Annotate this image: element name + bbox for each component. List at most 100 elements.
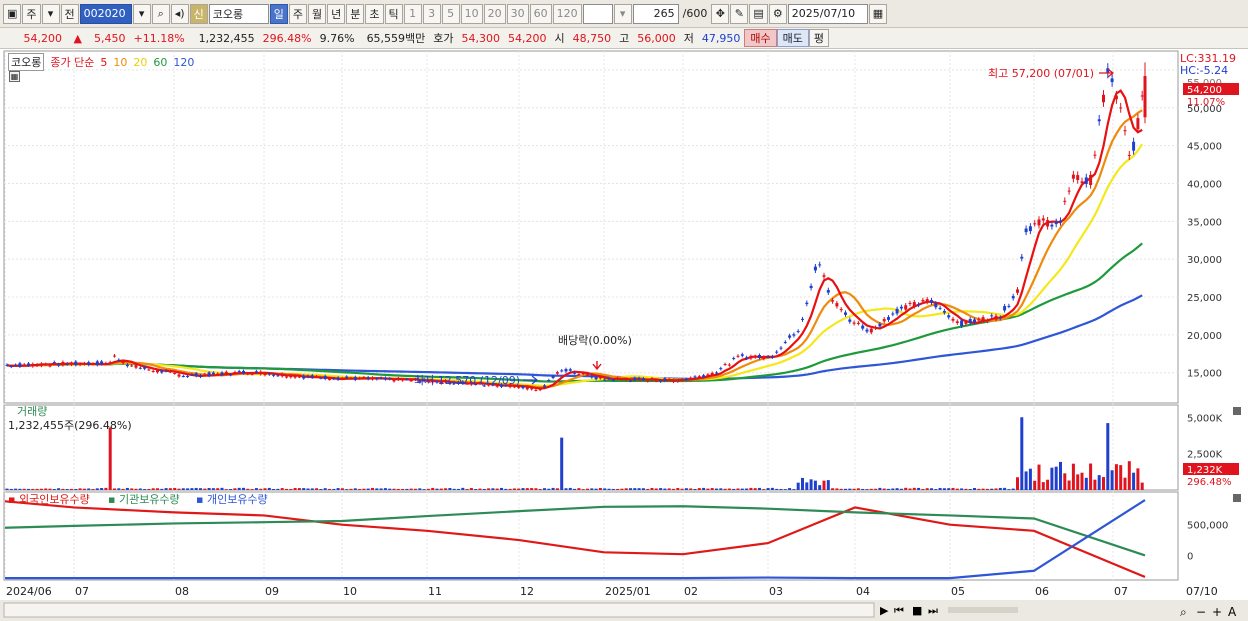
current-price: 54,200 <box>23 31 63 45</box>
interval-1-button[interactable]: 1 <box>403 3 422 24</box>
candle-body <box>650 378 654 381</box>
auto-scale-icon[interactable]: A <box>1228 605 1237 619</box>
volume-bar <box>1097 475 1101 490</box>
scroll-start-icon[interactable]: ⏮ <box>894 604 904 617</box>
dividend-annotation: 배당락(0.00%) <box>558 334 632 347</box>
period-month-button[interactable]: 월 <box>308 3 327 24</box>
volume-bar <box>487 488 491 490</box>
candle-body <box>598 377 602 379</box>
interval-custom-input[interactable] <box>582 3 613 24</box>
sell-button[interactable]: 매도 <box>776 29 809 47</box>
draw-tool-icon[interactable]: ✎ <box>730 3 749 24</box>
candle-body <box>194 373 198 377</box>
price-y-tick: 15,000 <box>1187 369 1222 380</box>
volume-bar <box>396 488 400 490</box>
volume-bar <box>263 488 267 490</box>
interval-60-button[interactable]: 60 <box>529 3 552 24</box>
candle-body <box>336 377 340 380</box>
foreign-holdings-label: ▪ 외국인보유수량 <box>8 493 90 506</box>
search-icon[interactable]: ⌕ <box>151 3 170 24</box>
stock-name-field[interactable]: 코오롱 <box>208 3 269 24</box>
stop-icon[interactable]: ■ <box>912 604 922 617</box>
price-y-tick: 25,000 <box>1187 293 1222 304</box>
average-button[interactable]: 평 <box>808 29 830 47</box>
interval-5-button[interactable]: 5 <box>441 3 460 24</box>
volume-bar <box>1041 482 1045 490</box>
date-input[interactable]: 2025/07/10 <box>787 3 868 24</box>
period-minute-button[interactable]: 분 <box>346 3 365 24</box>
volume-current-text: 1,232,455주(296.48%) <box>8 419 132 432</box>
period-second-button[interactable]: 초 <box>365 3 384 24</box>
volume-bar <box>736 488 740 490</box>
count-input[interactable]: 265 <box>632 3 679 24</box>
prev-button[interactable]: 전 <box>60 3 79 24</box>
zoom-slider[interactable] <box>948 607 1018 613</box>
volume-bar <box>22 488 26 490</box>
chevron-down-icon[interactable]: ▾ <box>41 3 60 24</box>
interval-10-button[interactable]: 10 <box>460 3 483 24</box>
volume-bar <box>659 488 663 490</box>
interval-3-button[interactable]: 3 <box>422 3 441 24</box>
period-week-button[interactable]: 주 <box>288 3 308 24</box>
volume-bar <box>345 489 349 490</box>
scroll-end-icon[interactable]: ⏭ <box>928 604 938 617</box>
candle-body <box>736 355 740 357</box>
period-day-button[interactable]: 일 <box>269 3 288 24</box>
candle-body <box>960 320 964 327</box>
stock-name-box[interactable]: 코오롱 <box>8 53 45 71</box>
candle-body <box>654 380 658 382</box>
zoom-search-icon[interactable]: ⌕ <box>1180 605 1187 619</box>
stock-code-input[interactable]: 002020 <box>79 3 132 24</box>
volume-bar <box>1084 477 1088 490</box>
window-icon[interactable]: ▣ <box>3 3 22 24</box>
volume-bar <box>134 488 138 490</box>
scroll-right-icon[interactable]: ▶ <box>880 604 889 617</box>
buy-button[interactable]: 매수 <box>744 29 777 47</box>
candle-body <box>616 377 620 379</box>
x-axis-label: 11 <box>428 585 442 598</box>
volume-bar <box>633 488 637 490</box>
volume-bar <box>878 487 882 490</box>
table-toggle-icon[interactable]: ▦ <box>9 71 20 82</box>
volume-bar <box>861 488 865 490</box>
save-icon[interactable]: ▤ <box>749 3 768 24</box>
crosshair-icon[interactable]: ✥ <box>711 3 730 24</box>
volume-bar <box>1037 464 1041 490</box>
volume-bar <box>620 488 624 490</box>
volume-bar <box>555 488 559 490</box>
volume-bar <box>409 488 413 490</box>
interval-30-button[interactable]: 30 <box>506 3 529 24</box>
zoom-in-icon[interactable]: + <box>1212 605 1222 619</box>
candle-body <box>676 380 680 382</box>
interval-120-button[interactable]: 120 <box>552 3 582 24</box>
period-year-button[interactable]: 년 <box>327 3 346 24</box>
volume-bar <box>1119 465 1123 490</box>
zoom-out-icon[interactable]: − <box>1196 605 1206 619</box>
volume-bar <box>1127 461 1131 490</box>
volume-bar <box>211 488 215 490</box>
candle-body <box>753 356 757 358</box>
chart-area[interactable]: 50,00045,00040,00035,00030,00025,00020,0… <box>0 50 1248 621</box>
calendar-icon[interactable]: ▦ <box>868 3 888 24</box>
interval-dropdown-icon[interactable]: ▾ <box>613 3 632 24</box>
holdings-panel-close-icon[interactable] <box>1233 494 1241 502</box>
volume-bar <box>1093 479 1097 490</box>
scroll-track[interactable] <box>3 602 875 618</box>
turnover-rate: 9.76% <box>319 31 355 45</box>
new-badge[interactable]: 신 <box>189 3 208 24</box>
volume-bar <box>246 488 250 490</box>
candle-body <box>968 318 972 324</box>
gear-icon[interactable]: ⚙ <box>768 3 787 24</box>
market-kind-select[interactable]: 주 <box>22 3 41 24</box>
candle-body <box>809 285 813 289</box>
x-axis-label: 10 <box>343 585 357 598</box>
volume-panel-close-icon[interactable] <box>1233 407 1241 415</box>
volume-bar <box>44 488 48 490</box>
volume-bar <box>418 488 422 490</box>
volume-bar <box>1046 479 1050 490</box>
interval-20-button[interactable]: 20 <box>483 3 506 24</box>
period-tick-button[interactable]: 틱 <box>384 3 403 24</box>
candle-body <box>409 380 413 382</box>
code-dropdown-icon[interactable]: ▾ <box>132 3 151 24</box>
speaker-icon[interactable]: ◂) <box>170 3 189 24</box>
